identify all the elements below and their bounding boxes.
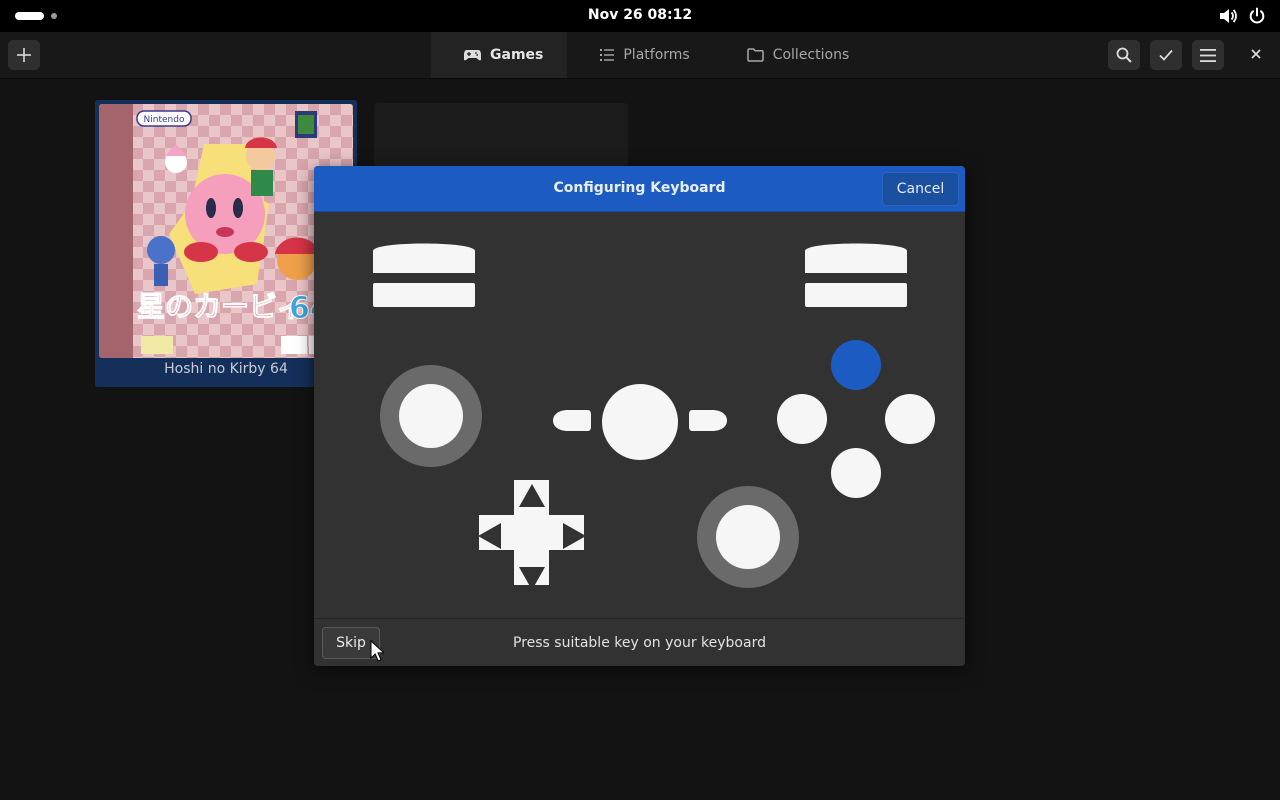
instruction-text: Press suitable key on your keyboard <box>513 635 766 651</box>
right-analog-stick <box>697 486 799 588</box>
select-button <box>553 410 591 431</box>
workspace-indicator-active <box>15 12 44 20</box>
checkmark-icon <box>1159 49 1173 61</box>
dialog-footer: Skip Press suitable key on your keyboard <box>314 618 965 666</box>
tab-platforms[interactable]: Platforms <box>567 32 713 78</box>
selection-mode-button[interactable] <box>1150 40 1182 70</box>
folder-icon <box>746 48 764 62</box>
left-trigger <box>373 243 475 273</box>
dpad <box>478 480 586 590</box>
cover-japanese-title: 星のカービィ <box>137 290 304 323</box>
app-header-bar: Games Platforms Collections <box>0 32 1280 79</box>
cancel-button[interactable]: Cancel <box>882 172 959 206</box>
cover-publisher-logo: Nintendo <box>144 115 185 125</box>
left-analog-stick <box>380 365 482 467</box>
view-switcher: Games Platforms Collections <box>431 32 873 78</box>
west-face-button <box>777 394 827 444</box>
north-face-button <box>831 340 881 390</box>
workspace-indicator <box>51 13 57 19</box>
east-face-button <box>885 394 935 444</box>
search-button[interactable] <box>1108 40 1140 70</box>
right-trigger <box>805 243 907 273</box>
activities-button[interactable] <box>15 12 57 20</box>
left-bumper <box>373 283 475 307</box>
power-icon <box>1249 7 1265 24</box>
search-icon <box>1116 47 1132 63</box>
system-tray[interactable] <box>1218 6 1266 26</box>
south-face-button <box>831 448 881 498</box>
start-button <box>689 410 727 431</box>
tab-games[interactable]: Games <box>431 32 568 78</box>
dialog-header: Configuring Keyboard Cancel <box>314 166 965 212</box>
add-game-button[interactable] <box>8 40 40 70</box>
window-close-button[interactable] <box>1246 44 1266 64</box>
volume-icon <box>1220 9 1237 23</box>
main-menu-button[interactable] <box>1192 40 1224 70</box>
clock[interactable]: Nov 26 08:12 <box>588 7 692 23</box>
face-buttons <box>777 340 935 498</box>
system-top-bar: Nov 26 08:12 <box>0 0 1280 32</box>
plus-icon <box>17 48 31 62</box>
list-icon <box>600 49 615 61</box>
right-shoulder-buttons <box>805 243 907 307</box>
gamepad-diagram <box>314 212 965 618</box>
left-shoulder-buttons <box>373 243 475 307</box>
home-button <box>602 384 678 460</box>
mouse-pointer-icon <box>370 640 384 662</box>
hamburger-menu-icon <box>1200 48 1216 62</box>
tab-collections-label: Collections <box>772 47 850 63</box>
close-icon <box>1251 49 1261 59</box>
right-bumper <box>805 283 907 307</box>
game-card-placeholder <box>374 103 628 167</box>
configure-keyboard-dialog: Configuring Keyboard Cancel Skip Press s… <box>314 166 965 666</box>
tab-games-label: Games <box>490 47 544 63</box>
tab-platforms-label: Platforms <box>623 47 690 63</box>
tab-collections[interactable]: Collections <box>714 32 874 78</box>
gamepad-icon <box>464 49 481 60</box>
dialog-title: Configuring Keyboard <box>553 180 726 196</box>
